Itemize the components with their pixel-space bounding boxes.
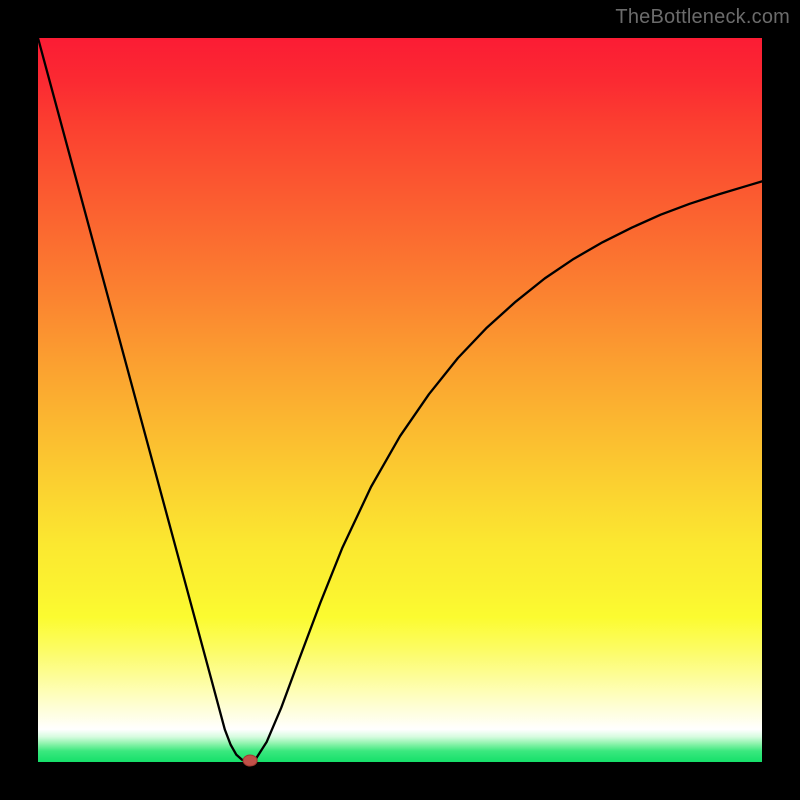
minimum-marker [243,755,257,766]
chart-frame: TheBottleneck.com [0,0,800,800]
chart-svg [38,38,762,762]
bottleneck-curve [38,38,762,762]
watermark-text: TheBottleneck.com [615,6,790,29]
